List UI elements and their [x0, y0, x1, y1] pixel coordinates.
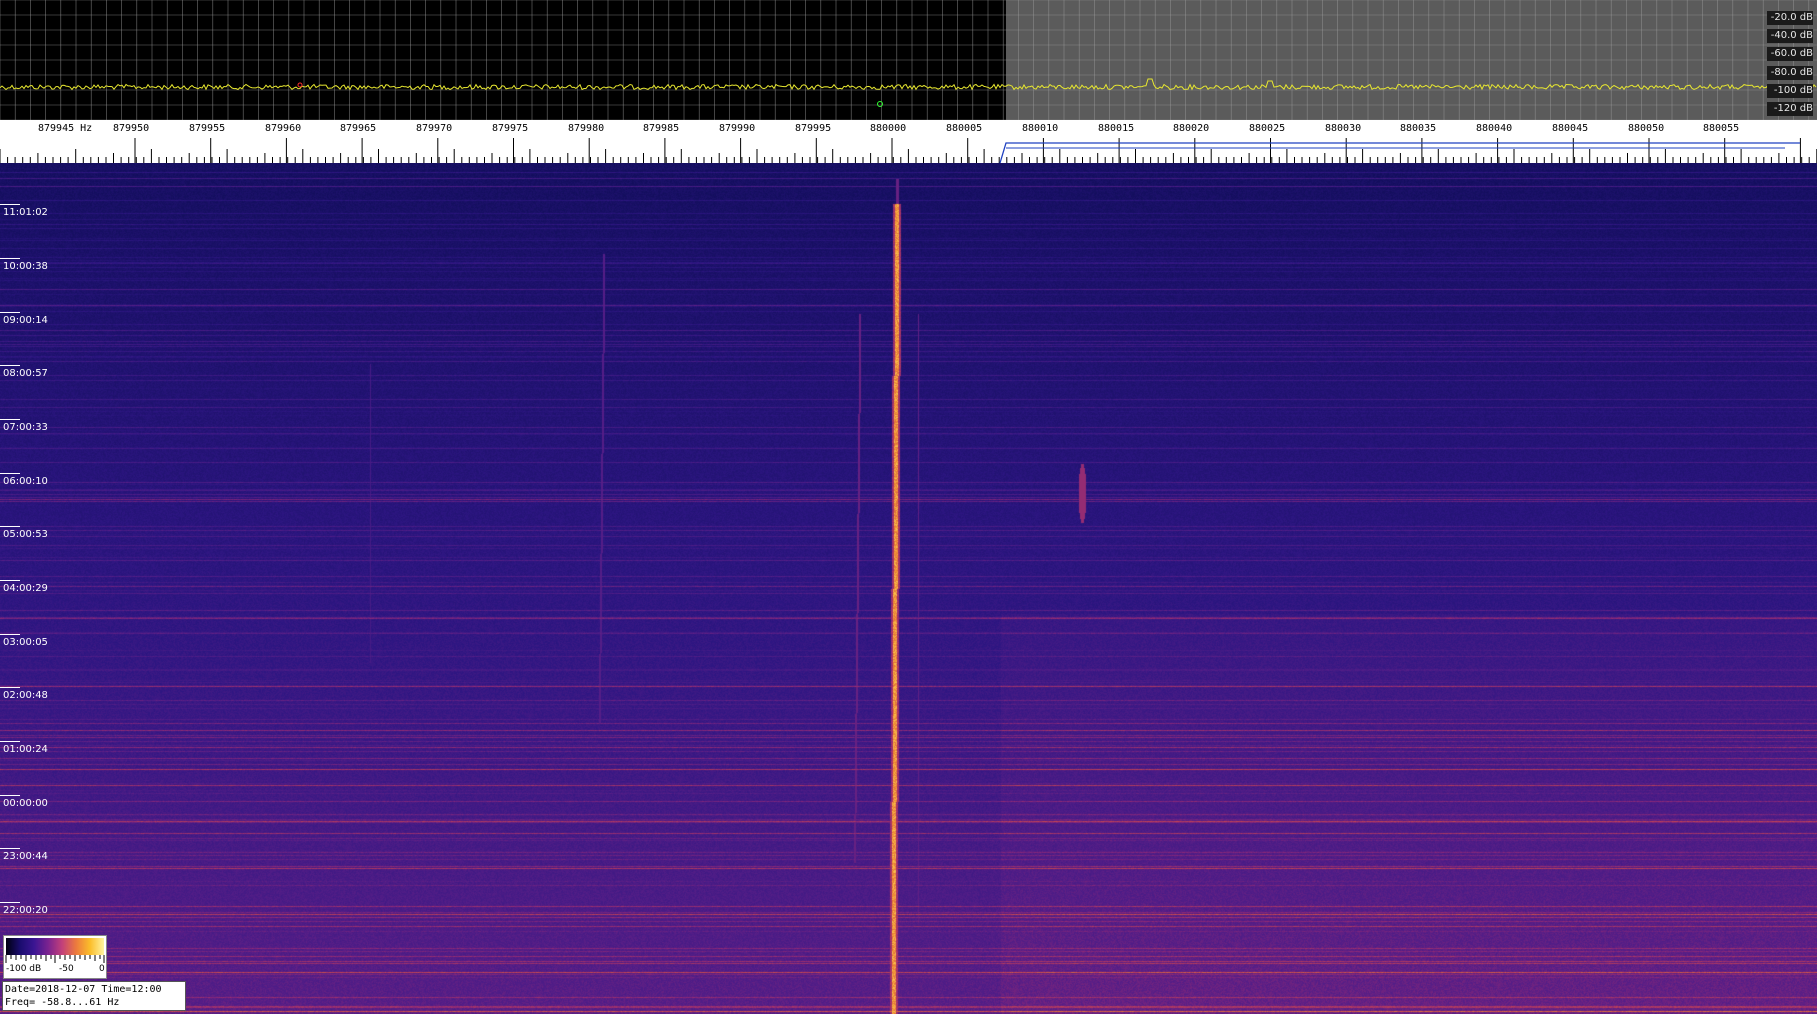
freq-label: 880015 [1098, 123, 1135, 134]
waterfall-canvas[interactable] [0, 163, 1817, 1014]
freq-label: 879965 [340, 123, 377, 134]
db-label: -120 dB [1767, 102, 1813, 116]
freq-label: 879955 [189, 123, 226, 134]
time-tick [0, 848, 20, 849]
freq-label: 880005 [946, 123, 983, 134]
freq-label: 880040 [1476, 123, 1513, 134]
freq-label: 879995 [795, 123, 832, 134]
spectrum-plot [0, 0, 1817, 120]
time-tick [0, 258, 20, 259]
freq-label: 879970 [416, 123, 453, 134]
time-label: 03:00:05 [3, 637, 48, 648]
info-frequency: Freq= -58.8...61 Hz [5, 997, 120, 1008]
freq-label: 879945 Hz [38, 123, 93, 134]
freq-label: 880000 [870, 123, 907, 134]
colorbar-legend: -100 dB -50 0 [3, 935, 107, 979]
time-tick [0, 795, 20, 796]
spectrum-panel[interactable]: -20.0 dB -40.0 dB -60.0 dB -80.0 dB -100… [0, 0, 1817, 120]
waterfall-display[interactable]: 11:01:02 10:00:38 09:00:14 08:00:57 07:0… [0, 163, 1817, 1014]
time-tick [0, 741, 20, 742]
info-box: Date=2018-12-07 Time=12:00 Freq= -58.8..… [2, 981, 186, 1011]
db-label: -100 dB [1767, 84, 1813, 98]
time-label: 06:00:10 [3, 476, 48, 487]
freq-label: 879950 [113, 123, 150, 134]
time-tick [0, 204, 20, 205]
time-tick [0, 634, 20, 635]
freq-label: 880055 [1703, 123, 1740, 134]
time-tick [0, 580, 20, 581]
freq-label: 880010 [1022, 123, 1059, 134]
time-tick [0, 365, 20, 366]
time-tick [0, 526, 20, 527]
time-label: 00:00:00 [3, 798, 48, 809]
freq-label: 879990 [719, 123, 756, 134]
time-label: 04:00:29 [3, 583, 48, 594]
freq-label: 880020 [1173, 123, 1210, 134]
time-label: 02:00:48 [3, 690, 48, 701]
time-label: 07:00:33 [3, 422, 48, 433]
time-label: 10:00:38 [3, 261, 48, 272]
time-label: 09:00:14 [3, 315, 48, 326]
info-date-time: Date=2018-12-07 Time=12:00 [5, 984, 162, 995]
time-tick [0, 419, 20, 420]
freq-label: 879975 [492, 123, 529, 134]
frequency-scale[interactable]: 879945 Hz 879950 879955 879960 879965 87… [0, 120, 1817, 163]
time-label: 05:00:53 [3, 529, 48, 540]
time-label: 01:00:24 [3, 744, 48, 755]
time-tick [0, 312, 20, 313]
time-label: 23:00:44 [3, 851, 48, 862]
freq-label: 880030 [1325, 123, 1362, 134]
db-label: -60.0 dB [1767, 47, 1813, 61]
colorbar-min-label: -100 dB [6, 964, 42, 974]
time-tick [0, 687, 20, 688]
freq-label: 880025 [1249, 123, 1286, 134]
time-label: 08:00:57 [3, 368, 48, 379]
colorbar-gradient [6, 938, 104, 955]
db-label: -40.0 dB [1767, 29, 1813, 43]
freq-label: 880045 [1552, 123, 1589, 134]
colorbar-max-label: 0 [99, 964, 105, 974]
freq-label: 880035 [1400, 123, 1437, 134]
time-label: 11:01:02 [3, 207, 48, 218]
time-tick [0, 902, 20, 903]
freq-label: 879960 [265, 123, 302, 134]
freq-label: 879985 [643, 123, 680, 134]
colorbar-mid-label: -50 [59, 964, 74, 974]
time-tick [0, 473, 20, 474]
time-label: 22:00:20 [3, 905, 48, 916]
freq-label: 879980 [568, 123, 605, 134]
freq-label: 880050 [1628, 123, 1665, 134]
db-label: -80.0 dB [1767, 66, 1813, 80]
db-label: -20.0 dB [1767, 11, 1813, 25]
